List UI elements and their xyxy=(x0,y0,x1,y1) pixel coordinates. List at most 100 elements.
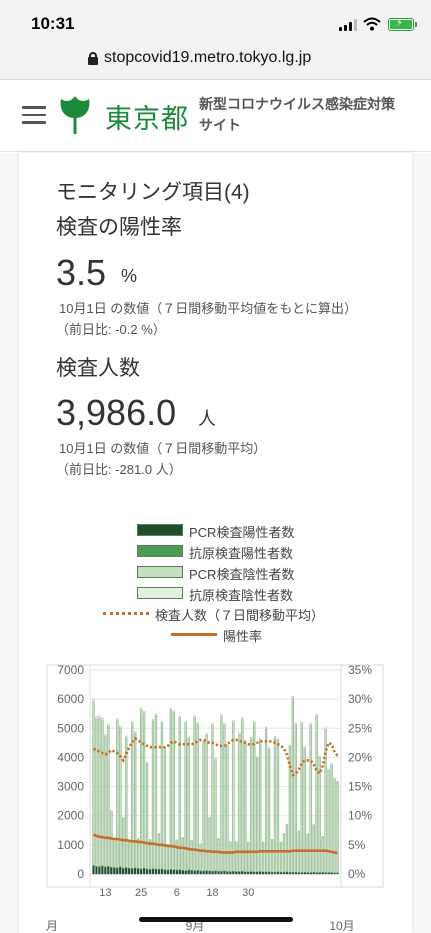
bar-segment xyxy=(98,866,101,875)
bar-segment xyxy=(134,733,137,868)
bar-segment xyxy=(208,870,211,875)
x-tick-label: 25 xyxy=(135,887,147,899)
bar-segment xyxy=(145,763,149,870)
bar-segment xyxy=(288,746,292,873)
legend-label: 抗原検査陽性者数 xyxy=(189,546,294,561)
tests-chart[interactable]: 0 1000 2000 3000 4000 5000 6000 7000 0% 5% 10% 15% 2… xyxy=(0,643,431,933)
bar-segment xyxy=(184,721,187,724)
bar-segment xyxy=(136,838,140,840)
bar-segment xyxy=(279,842,283,873)
bar-segment xyxy=(217,838,220,840)
bar-segment xyxy=(291,696,295,699)
monitoring-title: モニタリング項目(4) xyxy=(56,181,250,204)
bar-segment xyxy=(211,871,214,875)
bar-segment xyxy=(151,868,155,875)
bar-segment xyxy=(264,726,268,730)
bar-segment xyxy=(154,869,158,875)
bar-segment xyxy=(259,871,262,875)
bar-segment xyxy=(166,870,170,875)
bar-segment xyxy=(276,738,280,741)
bar-segment xyxy=(226,871,229,875)
url-text[interactable]: stopcovid19.metro.tokyo.lg.jp xyxy=(104,49,311,67)
bar-segment xyxy=(110,810,113,812)
bar-segment xyxy=(187,870,190,875)
bar-segment xyxy=(175,870,178,875)
home-indicator xyxy=(139,917,293,922)
bar-segment xyxy=(157,834,161,870)
bar-segment xyxy=(223,870,226,875)
bar-segment xyxy=(318,757,321,873)
bar-segment xyxy=(327,768,330,771)
bar-segment xyxy=(160,721,164,724)
bar-segment xyxy=(145,762,149,765)
bar-segment xyxy=(131,720,134,724)
y-tick-label-right: 25% xyxy=(348,721,372,735)
bar-segment xyxy=(241,717,244,720)
bar-segment xyxy=(211,723,214,726)
hamburger-menu-icon[interactable] xyxy=(22,106,46,124)
bar-segment xyxy=(116,718,119,721)
y-tick-label-left: 0 xyxy=(77,867,84,881)
bar-segment xyxy=(229,842,232,872)
bar-segment xyxy=(288,744,292,748)
y-tick-label-left: 5000 xyxy=(57,721,84,735)
logo-text[interactable]: 東京都 xyxy=(105,97,189,136)
bar-segment xyxy=(300,721,303,724)
bar-segment xyxy=(217,838,220,872)
bar-segment xyxy=(178,869,181,875)
y-tick-label-left: 2000 xyxy=(57,809,84,823)
bar-segment xyxy=(306,834,309,873)
legend-swatch xyxy=(137,566,183,578)
bar-segment xyxy=(98,715,101,719)
bar-segment xyxy=(122,817,125,819)
bar-segment xyxy=(315,714,318,717)
bar-segment xyxy=(241,871,244,875)
bar-segment xyxy=(297,831,300,873)
y-tick-label-right: 35% xyxy=(348,663,372,677)
bar-segment xyxy=(193,717,196,871)
bar-segment xyxy=(199,870,202,875)
bar-segment xyxy=(101,717,104,721)
bar-segment xyxy=(232,720,235,723)
legend-label: PCR検査陽性者数 xyxy=(189,525,295,540)
y-tick-label-right: 10% xyxy=(348,809,372,823)
bar-segment xyxy=(119,725,122,729)
bar-segment xyxy=(92,699,95,703)
x-tick-label: 6 xyxy=(174,887,180,899)
bar-segment xyxy=(199,843,202,845)
bar-segment xyxy=(184,870,187,875)
bar-segment xyxy=(113,840,116,842)
bar-segment xyxy=(95,718,98,867)
bar-segment xyxy=(309,723,312,726)
bar-segment xyxy=(131,868,134,875)
site-title[interactable]: 新型コロナウイルス感染症対策サイト xyxy=(199,94,399,136)
bar-segment xyxy=(178,715,181,719)
bar-segment xyxy=(101,719,104,867)
bar-segment xyxy=(160,723,164,870)
positivity-value: 3.5 xyxy=(56,252,107,293)
bar-segment xyxy=(253,720,256,724)
status-time: 10:31 xyxy=(31,14,75,33)
bar-segment xyxy=(151,721,155,869)
bar-segment xyxy=(172,869,175,875)
bar-segment xyxy=(327,770,330,873)
bar-segment xyxy=(119,867,122,875)
bar-segment xyxy=(172,710,175,714)
y-tick-label-right: 30% xyxy=(348,692,372,706)
bar-segment xyxy=(217,871,220,875)
browser-url-bar[interactable]: stopcovid19.metro.tokyo.lg.jp xyxy=(0,44,431,80)
bar-segment xyxy=(321,836,324,838)
bar-segment xyxy=(134,731,137,734)
bar-segment xyxy=(285,824,289,873)
tokyo-ginkgo-logo-icon[interactable] xyxy=(58,94,92,134)
bar-segment xyxy=(324,727,327,730)
bar-segment xyxy=(175,839,178,841)
bar-segment xyxy=(193,715,196,718)
bar-segment xyxy=(235,871,238,875)
bar-segment xyxy=(336,780,339,783)
bar-segment xyxy=(235,841,238,843)
bar-segment xyxy=(202,870,205,875)
bar-segment xyxy=(214,870,217,875)
y-tick-label-right: 20% xyxy=(348,750,372,764)
bar-segment xyxy=(163,748,167,751)
